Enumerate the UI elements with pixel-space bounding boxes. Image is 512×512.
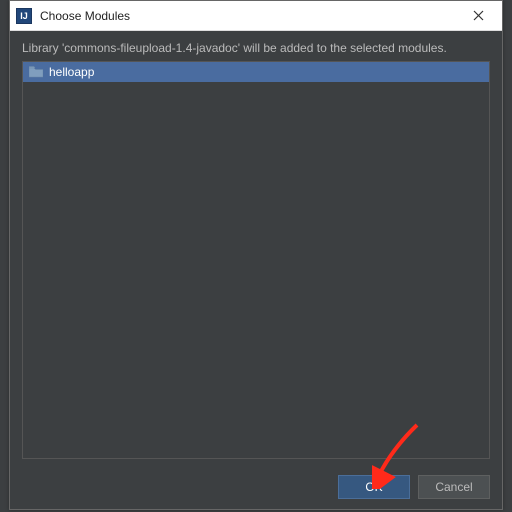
button-row: OK Cancel	[338, 475, 490, 499]
module-item-helloapp[interactable]: helloapp	[23, 62, 489, 82]
module-item-label: helloapp	[49, 65, 94, 79]
close-icon	[473, 10, 484, 21]
close-button[interactable]	[458, 2, 498, 30]
cancel-button[interactable]: Cancel	[418, 475, 490, 499]
cancel-button-label: Cancel	[435, 480, 472, 494]
ok-button-label: OK	[365, 480, 382, 494]
dialog-title: Choose Modules	[40, 9, 458, 23]
intellij-icon: IJ	[16, 8, 32, 24]
choose-modules-dialog: IJ Choose Modules Library 'commons-fileu…	[9, 0, 503, 510]
dialog-content: Library 'commons-fileupload-1.4-javadoc'…	[10, 31, 502, 459]
module-list[interactable]: helloapp	[22, 61, 490, 459]
folder-icon	[29, 66, 43, 78]
titlebar: IJ Choose Modules	[10, 1, 502, 31]
instruction-text: Library 'commons-fileupload-1.4-javadoc'…	[22, 41, 490, 55]
intellij-icon-text: IJ	[20, 11, 28, 21]
ok-button[interactable]: OK	[338, 475, 410, 499]
